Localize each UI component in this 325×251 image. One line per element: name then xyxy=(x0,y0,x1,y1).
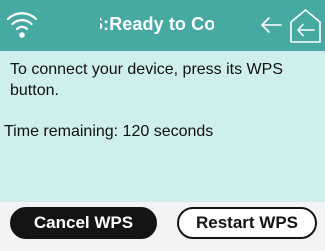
cancel-wps-button[interactable]: Cancel WPS xyxy=(10,207,157,239)
back-arrow-icon[interactable] xyxy=(259,14,283,36)
button-bar: Cancel WPS Restart WPS xyxy=(0,202,325,251)
top-bar: S:Ready to Co xyxy=(0,0,325,51)
restart-wps-button[interactable]: Restart WPS xyxy=(177,207,317,239)
time-remaining-text: Time remaining: 120 seconds xyxy=(4,123,214,140)
message-area: To connect your device, press its WPS bu… xyxy=(0,51,325,202)
instruction-text: To connect your device, press its WPS bu… xyxy=(10,61,283,99)
wifi-icon xyxy=(6,12,38,38)
title-clip: S:Ready to Co xyxy=(100,0,214,51)
wps-screen: S:Ready to Co To connect your device, pr… xyxy=(0,0,325,251)
home-back-icon[interactable] xyxy=(289,8,322,44)
page-title: S:Ready to Co xyxy=(100,14,214,34)
